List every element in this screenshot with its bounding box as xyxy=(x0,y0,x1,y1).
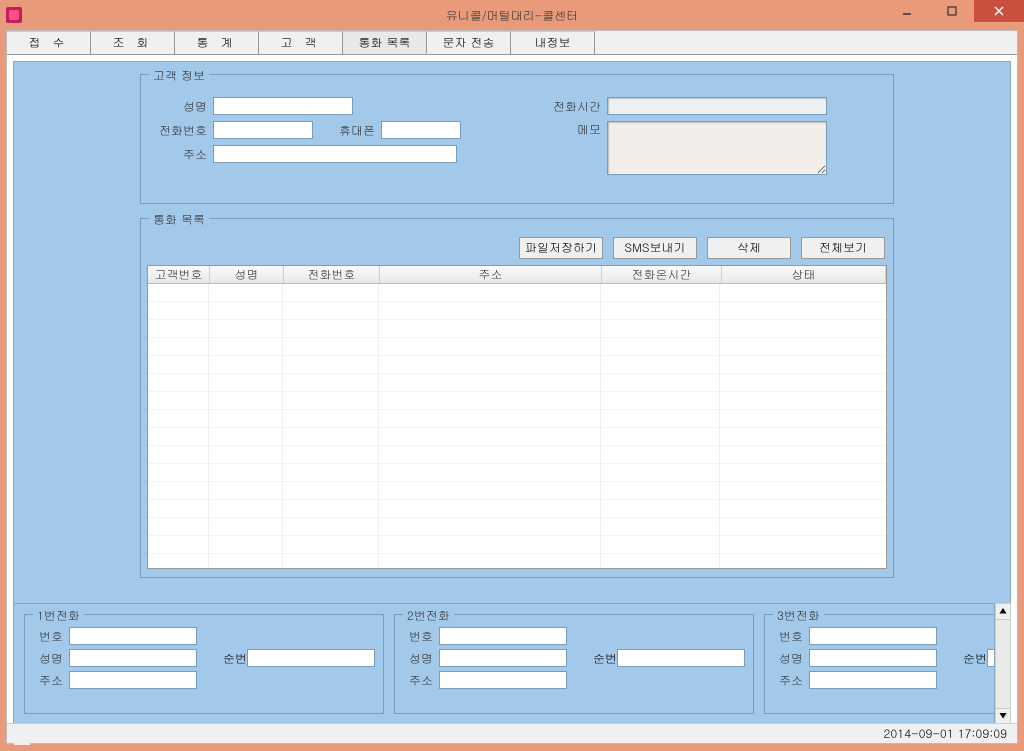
button-row: 파일저장하기 SMS보내기 삭제 전체보기 xyxy=(519,237,885,259)
call-table: 고객번호 성명 전화번호 주소 전화온시간 상태 xyxy=(147,265,887,569)
input-addr[interactable] xyxy=(213,145,457,163)
legend-phone-3: 3번전화 xyxy=(773,607,824,624)
input-mobile[interactable] xyxy=(381,121,461,139)
label-num: 번호 xyxy=(33,628,63,645)
label-calltime: 전화시간 xyxy=(541,98,601,115)
phone-group-3: 3번전화 번호 성명순번 주소 xyxy=(764,614,995,714)
col-name[interactable]: 성명 xyxy=(210,266,284,283)
view-all-button[interactable]: 전체보기 xyxy=(801,237,885,259)
table-header: 고객번호 성명 전화번호 주소 전화온시간 상태 xyxy=(148,266,886,284)
phone-group-1: 1번전화 번호 성명순번 주소 xyxy=(24,614,384,714)
minimize-button[interactable] xyxy=(884,0,929,22)
col-custno[interactable]: 고객번호 xyxy=(148,266,210,283)
delete-button[interactable]: 삭제 xyxy=(707,237,791,259)
label-addr: 주소 xyxy=(33,672,63,689)
tab-customer[interactable]: 고 객 xyxy=(259,31,343,54)
input-p2-num[interactable] xyxy=(439,627,567,645)
tab-sms[interactable]: 문자 전송 xyxy=(427,31,511,54)
maximize-button[interactable] xyxy=(929,0,974,22)
tab-query[interactable]: 조 회 xyxy=(91,31,175,54)
input-tel[interactable] xyxy=(213,121,313,139)
window-controls xyxy=(884,0,1024,30)
col-calltime[interactable]: 전화온시간 xyxy=(602,266,722,283)
textarea-memo[interactable] xyxy=(607,121,827,175)
bottom-strip: 1번전화 번호 성명 순번 주소 2번전화 번호 성명순번 주소 3번전화 번호 … xyxy=(7,603,1017,743)
col-tel[interactable]: 전화번호 xyxy=(284,266,380,283)
legend-customer-info: 고객 정보 xyxy=(149,67,209,84)
label-memo: 메모 xyxy=(541,121,601,138)
input-p2-addr[interactable] xyxy=(439,671,567,689)
label-mobile: 휴대폰 xyxy=(321,122,375,139)
table-body[interactable] xyxy=(148,284,886,568)
label-seq: 순번 xyxy=(217,650,247,667)
legend-phone-2: 2번전화 xyxy=(403,607,454,624)
input-name[interactable] xyxy=(213,97,353,115)
close-button[interactable] xyxy=(974,0,1024,22)
label-addr: 주소 xyxy=(153,146,207,163)
app-frame: 접 수 조 회 통 계 고 객 통화 목록 문자 전송 내정보 고객 정보 성명… xyxy=(6,30,1018,744)
col-addr[interactable]: 주소 xyxy=(380,266,602,283)
statusbar: 2014-09-01 17:09:09 xyxy=(7,723,1017,743)
label-name: 성명 xyxy=(153,98,207,115)
input-p2-seq[interactable] xyxy=(617,649,745,667)
input-p3-name[interactable] xyxy=(809,649,937,667)
input-p1-seq[interactable] xyxy=(247,649,375,667)
input-p1-num[interactable] xyxy=(69,627,197,645)
legend-call-list: 통화 목록 xyxy=(149,211,209,228)
phone-group-2: 2번전화 번호 성명순번 주소 xyxy=(394,614,754,714)
status-datetime: 2014-09-01 17:09:09 xyxy=(884,725,1007,742)
input-p1-name[interactable] xyxy=(69,649,197,667)
tab-myinfo[interactable]: 내정보 xyxy=(511,31,595,54)
legend-phone-1: 1번전화 xyxy=(33,607,84,624)
titlebar: 유니콜/머털대리-콜센터 xyxy=(0,0,1024,30)
label-tel: 전화번호 xyxy=(153,122,207,139)
tabstrip: 접 수 조 회 통 계 고 객 통화 목록 문자 전송 내정보 xyxy=(7,31,1017,55)
input-p2-name[interactable] xyxy=(439,649,567,667)
input-calltime[interactable] xyxy=(607,97,827,115)
app-icon xyxy=(6,7,22,23)
tab-stats[interactable]: 통 계 xyxy=(175,31,259,54)
input-p3-seq[interactable] xyxy=(987,649,995,667)
group-customer-info: 고객 정보 성명 전화번호휴대폰 주소 전화시간 메모 xyxy=(140,74,894,204)
scroll-down-icon[interactable]: ▼ xyxy=(996,708,1010,724)
input-p1-addr[interactable] xyxy=(69,671,197,689)
col-status[interactable]: 상태 xyxy=(722,266,886,283)
group-call-list: 통화 목록 파일저장하기 SMS보내기 삭제 전체보기 고객번호 성명 전화번호… xyxy=(140,218,894,578)
label-name: 성명 xyxy=(33,650,63,667)
send-sms-button[interactable]: SMS보내기 xyxy=(613,237,697,259)
save-file-button[interactable]: 파일저장하기 xyxy=(519,237,603,259)
tab-calllog[interactable]: 통화 목록 xyxy=(343,31,427,54)
tab-reception[interactable]: 접 수 xyxy=(7,31,91,54)
phone-panels: 1번전화 번호 성명 순번 주소 2번전화 번호 성명순번 주소 3번전화 번호 … xyxy=(13,603,995,725)
window-title: 유니콜/머털대리-콜센터 xyxy=(446,7,579,24)
input-p3-addr[interactable] xyxy=(809,671,937,689)
scroll-up-icon[interactable]: ▲ xyxy=(996,604,1010,620)
vertical-scrollbar[interactable]: ▲ ▼ xyxy=(995,603,1011,725)
input-p3-num[interactable] xyxy=(809,627,937,645)
